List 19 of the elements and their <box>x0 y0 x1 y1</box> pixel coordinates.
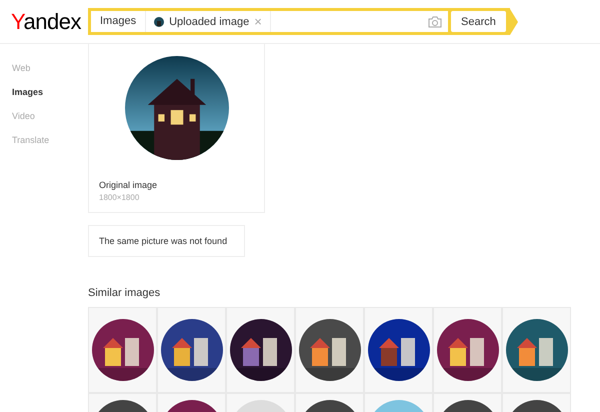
search-button[interactable]: Search <box>451 11 506 32</box>
search-field[interactable]: Images Uploaded image × <box>88 8 448 35</box>
notice-message: The same picture was not found <box>88 225 245 257</box>
image-tile[interactable] <box>295 307 364 393</box>
image-size: 1800×1800 <box>99 193 140 202</box>
image-tile[interactable] <box>157 307 226 393</box>
search-scope[interactable]: Images <box>91 11 146 32</box>
section-title: Similar images <box>88 287 162 299</box>
uploaded-image-chip[interactable]: Uploaded image × <box>146 11 271 32</box>
image-tile[interactable] <box>226 307 295 393</box>
logo[interactable]: Yandex <box>11 8 88 34</box>
image-tile[interactable] <box>502 307 571 393</box>
image-tile[interactable] <box>433 307 502 393</box>
card-title: Original image <box>99 180 158 190</box>
image-tile[interactable] <box>364 307 433 393</box>
chip-label: Uploaded image <box>169 16 250 28</box>
thumbnail-icon <box>154 16 164 26</box>
image-tile[interactable] <box>88 307 157 393</box>
sidebar-item[interactable]: Images <box>0 86 88 98</box>
